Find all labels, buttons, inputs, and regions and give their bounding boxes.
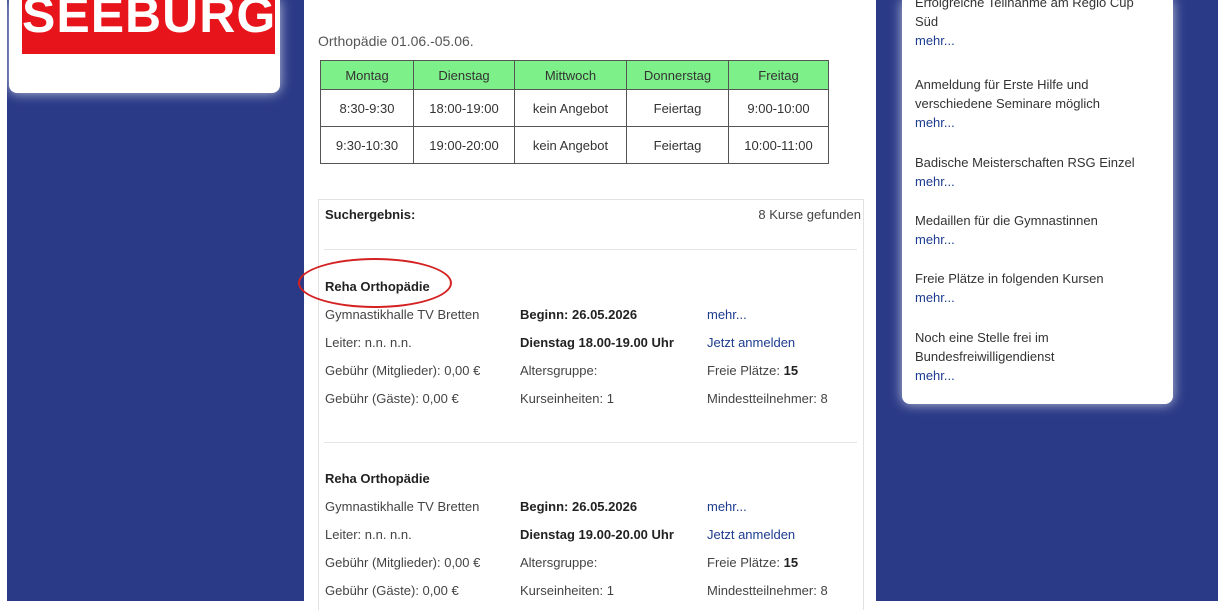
course-fee-guests: Gebühr (Gäste): 0,00 € <box>325 391 459 406</box>
course-more-link[interactable]: mehr... <box>707 307 747 322</box>
divider <box>324 249 857 250</box>
course-free-places: Freie Plätze: 15 <box>707 363 798 378</box>
news-title-line: Noch eine Stelle frei im <box>915 330 1049 345</box>
course-location: Gymnastikhalle TV Bretten <box>325 307 480 322</box>
free-places-label: Freie Plätze: <box>707 555 784 570</box>
course-leader: Leiter: n.n. n.n. <box>325 527 412 542</box>
logo-card: SEEBURGER <box>9 0 280 93</box>
course-location: Gymnastikhalle TV Bretten <box>325 499 480 514</box>
free-places-value: 15 <box>783 363 799 378</box>
course-age-group: Altersgruppe: <box>520 555 598 570</box>
page-edge <box>1218 0 1223 601</box>
course-start: Beginn: 26.05.2026 <box>520 307 638 322</box>
schedule-row: 9:30-10:30 19:00-20:00 kein Angebot Feie… <box>320 126 829 164</box>
news-title-line: Erfolgreiche Teilnahme am Regio Cup <box>915 0 1134 10</box>
course-more-link[interactable]: mehr... <box>707 499 747 514</box>
schedule-cell: 19:00-20:00 <box>413 126 515 164</box>
free-places-value: 15 <box>783 555 799 570</box>
news-more-link[interactable]: mehr... <box>915 230 1165 249</box>
news-title-line: Anmeldung für Erste Hilfe und <box>915 77 1089 92</box>
highlight-annotation <box>298 258 452 308</box>
schedule-cell: 9:00-10:00 <box>728 89 829 127</box>
course-fee-guests: Gebühr (Gäste): 0,00 € <box>325 583 459 598</box>
news-item: Erfolgreiche Teilnahme am Regio Cup Süd … <box>915 0 1165 50</box>
divider <box>324 442 857 443</box>
search-results-label: Suchergebnis: <box>325 207 416 222</box>
course-fee-members: Gebühr (Mitglieder): 0,00 € <box>325 363 481 378</box>
schedule-cell: 8:30-9:30 <box>320 89 414 127</box>
news-more-link[interactable]: mehr... <box>915 172 1165 191</box>
schedule-cell: 10:00-11:00 <box>728 126 829 164</box>
schedule-cell: Feiertag <box>626 89 729 127</box>
logo-text: SEEBURGER <box>22 0 275 43</box>
course-title: Reha Orthopädie <box>325 471 430 486</box>
course-register-link[interactable]: Jetzt anmelden <box>707 527 795 542</box>
course-min-participants: Mindestteilnehmer: 8 <box>707 583 828 598</box>
site-logo[interactable]: SEEBURGER <box>22 0 275 54</box>
search-results-count: 8 Kurse gefunden <box>758 207 861 222</box>
course-time: Dienstag 19.00-20.00 Uhr <box>520 527 674 542</box>
news-more-link[interactable]: mehr... <box>915 288 1165 307</box>
news-title-line: Süd <box>915 14 939 29</box>
news-more-link[interactable]: mehr... <box>915 31 1165 50</box>
news-item: Badische Meisterschaften RSG Einzel mehr… <box>915 153 1165 191</box>
schedule-cell: 9:30-10:30 <box>320 126 414 164</box>
schedule-header: Dienstag <box>413 60 515 90</box>
course-fee-members: Gebühr (Mitglieder): 0,00 € <box>325 555 481 570</box>
free-places-label: Freie Plätze: <box>707 363 784 378</box>
schedule-title: Orthopädie 01.06.-05.06. <box>318 33 474 49</box>
schedule-header: Donnerstag <box>626 60 729 90</box>
course-start: Beginn: 26.05.2026 <box>520 499 638 514</box>
schedule-table: Montag Dienstag Mittwoch Donnerstag Frei… <box>320 60 829 164</box>
course-units: Kurseinheiten: 1 <box>520 583 614 598</box>
course-units: Kurseinheiten: 1 <box>520 391 614 406</box>
course-free-places: Freie Plätze: 15 <box>707 555 798 570</box>
schedule-cell: kein Angebot <box>514 126 627 164</box>
page-background-gap <box>876 0 888 601</box>
schedule-cell: kein Angebot <box>514 89 627 127</box>
course-time: Dienstag 18.00-19.00 Uhr <box>520 335 674 350</box>
news-title-line: verschiedene Seminare möglich <box>915 96 1100 111</box>
news-title-line: Freie Plätze in folgenden Kursen <box>915 271 1104 286</box>
schedule-row: 8:30-9:30 18:00-19:00 kein Angebot Feier… <box>320 89 829 127</box>
schedule-header: Freitag <box>728 60 829 90</box>
schedule-header: Montag <box>320 60 414 90</box>
news-title-line: Badische Meisterschaften RSG Einzel <box>915 155 1135 170</box>
news-more-link[interactable]: mehr... <box>915 113 1165 132</box>
course-item: Reha Orthopädie Gymnastikhalle TV Brette… <box>325 471 865 611</box>
news-item: Anmeldung für Erste Hilfe und verschiede… <box>915 75 1165 132</box>
schedule-cell: 18:00-19:00 <box>413 89 515 127</box>
schedule-cell: Feiertag <box>626 126 729 164</box>
news-item: Medaillen für die Gymnastinnen mehr... <box>915 211 1165 249</box>
news-more-link[interactable]: mehr... <box>915 366 1165 385</box>
schedule-header-row: Montag Dienstag Mittwoch Donnerstag Frei… <box>320 60 829 90</box>
schedule-header: Mittwoch <box>514 60 627 90</box>
news-item: Freie Plätze in folgenden Kursen mehr... <box>915 269 1165 307</box>
course-min-participants: Mindestteilnehmer: 8 <box>707 391 828 406</box>
course-register-link[interactable]: Jetzt anmelden <box>707 335 795 350</box>
course-age-group: Altersgruppe: <box>520 363 598 378</box>
course-leader: Leiter: n.n. n.n. <box>325 335 412 350</box>
page-background-gap <box>292 0 304 601</box>
news-title-line: Bundesfreiwilligendienst <box>915 349 1055 364</box>
news-title-line: Medaillen für die Gymnastinnen <box>915 213 1098 228</box>
news-item: Noch eine Stelle frei im Bundesfreiwilli… <box>915 328 1165 385</box>
